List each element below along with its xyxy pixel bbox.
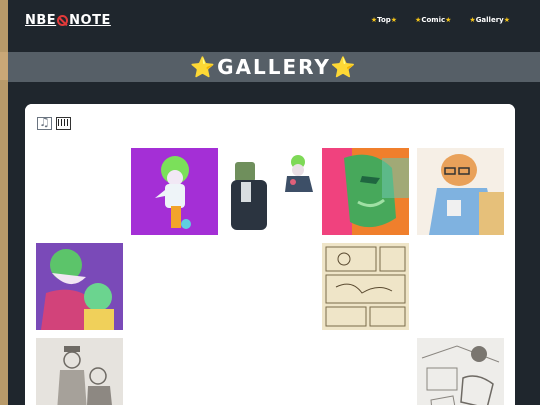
artwork-image bbox=[417, 338, 504, 405]
gallery-thumb-green-faced-portrait[interactable] bbox=[322, 148, 409, 235]
gallery-thumb-monster-suit-and-small-figure[interactable] bbox=[227, 148, 314, 235]
top-bar: NBE NOTE ★Top★ ★Comic★ ★Gallery★ bbox=[8, 0, 540, 48]
star-icon: ⭐ bbox=[330, 55, 358, 79]
gallery-thumb-green-hair-character-purple[interactable] bbox=[131, 148, 218, 235]
piano-keys-icon[interactable] bbox=[56, 117, 71, 130]
panel-toolbar bbox=[37, 115, 71, 130]
left-edge-band bbox=[0, 52, 8, 80]
star-icon: ★ bbox=[503, 16, 510, 24]
nav-comic-label: Comic bbox=[421, 16, 446, 24]
star-icon: ⭐ bbox=[190, 55, 218, 79]
gallery-thumb-green-hair-pair-purple-tones[interactable] bbox=[36, 243, 123, 330]
site-logo[interactable]: NBE NOTE bbox=[25, 13, 111, 28]
gallery-thumb-pencil-sketch-interior[interactable] bbox=[417, 338, 504, 405]
artwork-image bbox=[322, 243, 409, 330]
nav-gallery-label: Gallery bbox=[475, 16, 504, 24]
artwork-image bbox=[36, 338, 123, 405]
nav-top[interactable]: ★Top★ bbox=[371, 16, 397, 24]
music-note-icon[interactable] bbox=[37, 115, 52, 130]
nav-gallery[interactable]: ★Gallery★ bbox=[469, 16, 510, 24]
page-title: GALLERY bbox=[217, 55, 331, 79]
gallery-panel bbox=[25, 104, 515, 405]
gallery-thumb-man-with-glasses-drinking[interactable] bbox=[417, 148, 504, 235]
star-icon: ★ bbox=[445, 16, 452, 24]
left-edge-strip bbox=[0, 0, 8, 405]
panel-top-strip bbox=[25, 104, 515, 113]
gallery-thumb-manga-page-sketch[interactable] bbox=[322, 243, 409, 330]
logo-text-right: NOTE bbox=[69, 13, 111, 28]
artwork-image bbox=[322, 148, 409, 235]
nav-comic[interactable]: ★Comic★ bbox=[415, 16, 451, 24]
artwork-image bbox=[227, 148, 314, 235]
artwork-image bbox=[417, 148, 504, 235]
no-symbol-icon bbox=[57, 15, 69, 26]
top-nav: ★Top★ ★Comic★ ★Gallery★ bbox=[371, 16, 510, 24]
artwork-image bbox=[131, 148, 218, 235]
logo-text-left: NBE bbox=[25, 13, 57, 28]
gallery-thumb-pencil-sketch-two-figures[interactable] bbox=[36, 338, 123, 405]
artwork-image bbox=[36, 243, 123, 330]
nav-top-label: Top bbox=[377, 16, 391, 24]
page-title-band: ⭐GALLERY⭐ bbox=[8, 52, 540, 82]
star-icon: ★ bbox=[390, 16, 398, 24]
